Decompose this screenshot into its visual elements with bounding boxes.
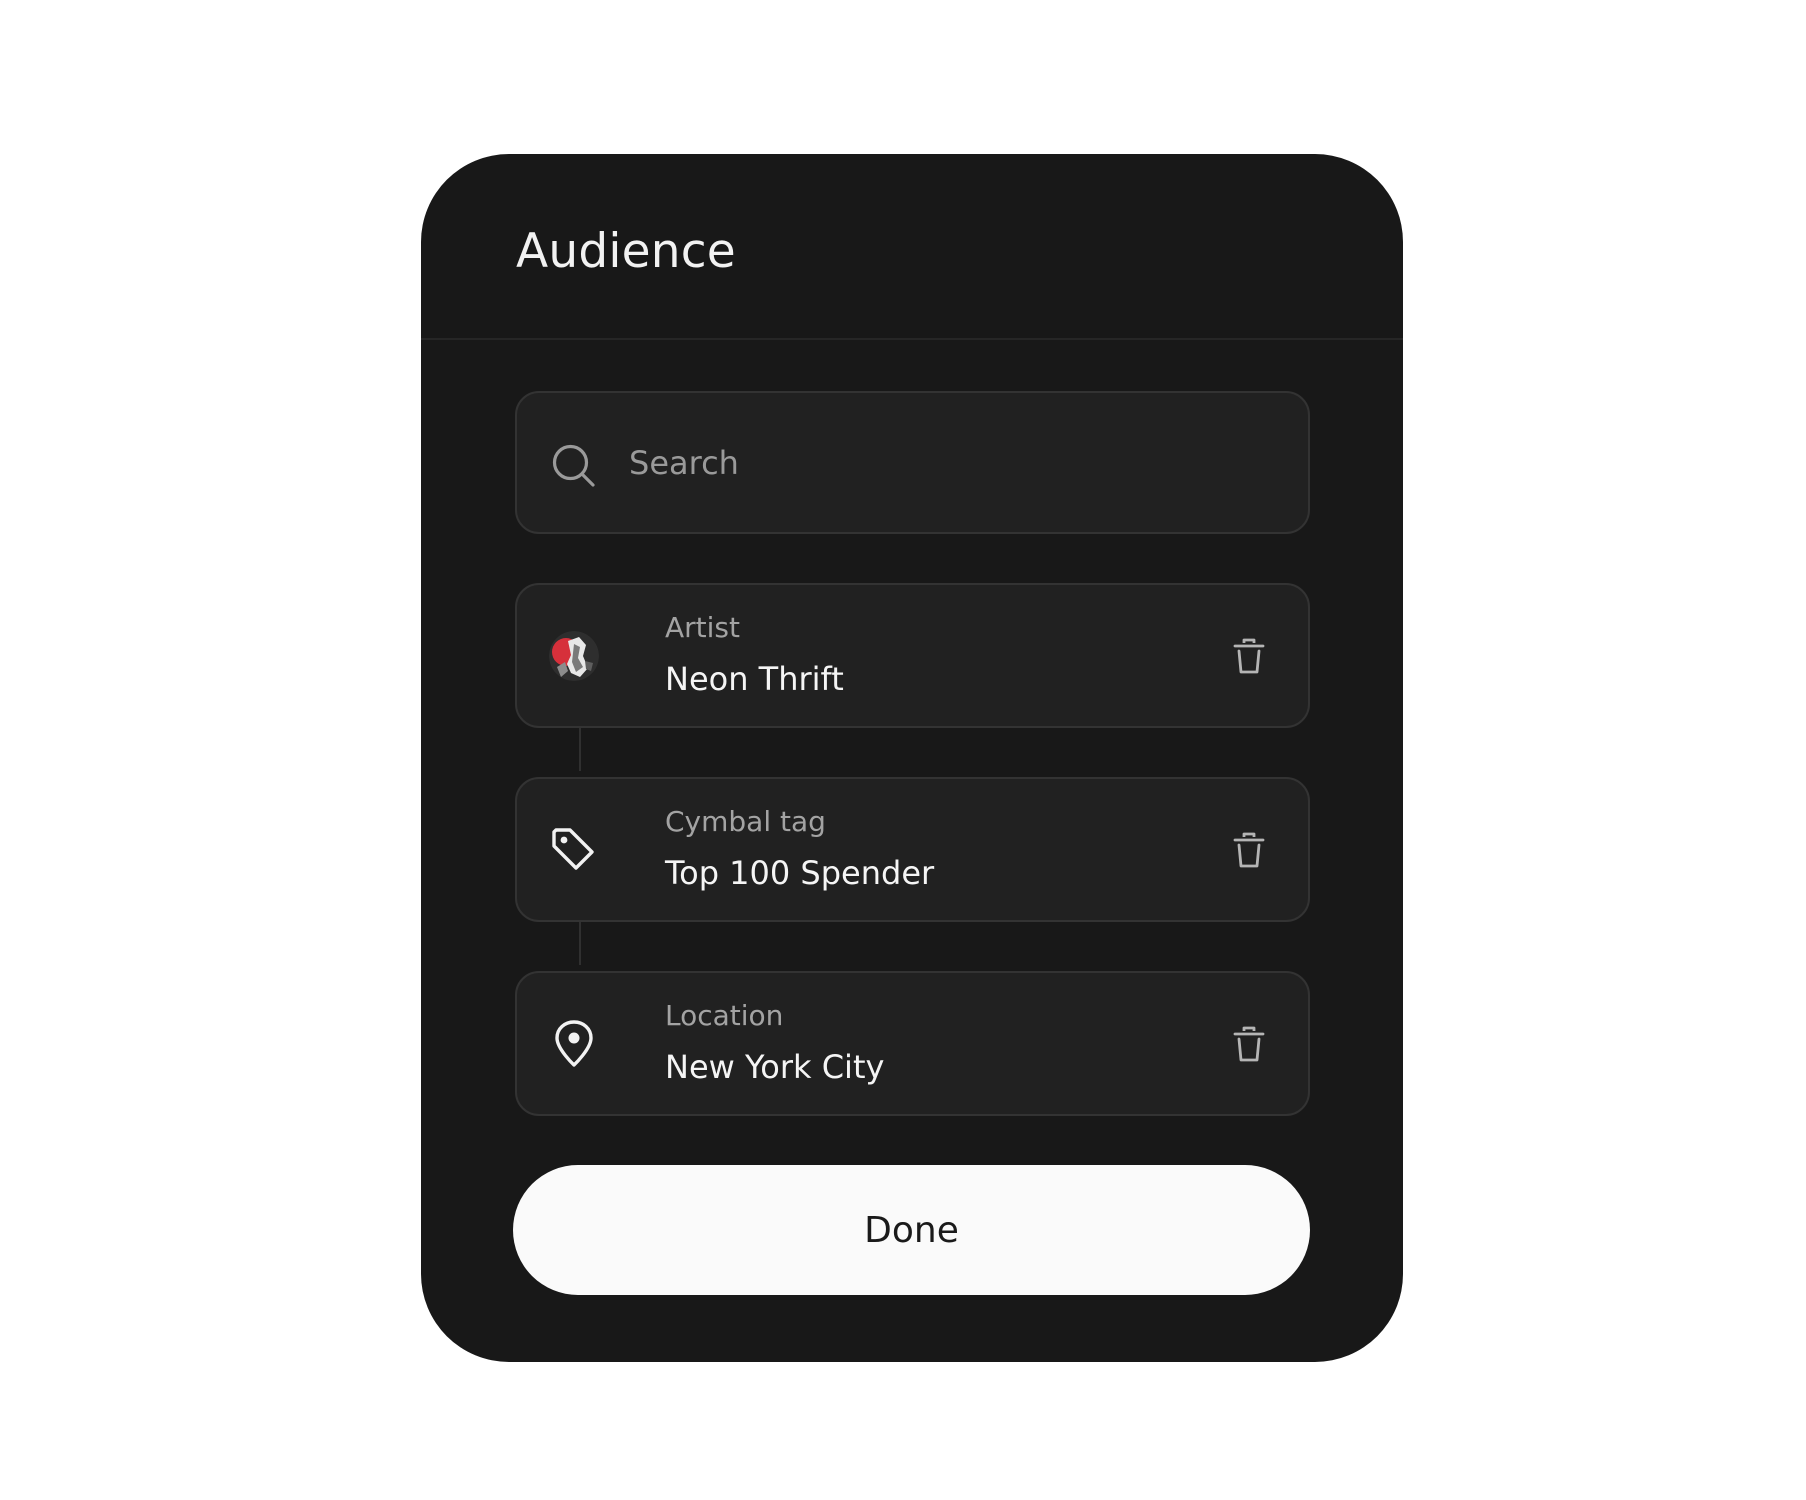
item-value: New York City — [665, 1048, 885, 1086]
map-pin-icon — [555, 1020, 593, 1067]
search-box[interactable] — [515, 391, 1310, 534]
artist-avatar — [549, 631, 599, 681]
item-type-label: Location — [665, 999, 784, 1032]
item-value: Neon Thrift — [665, 660, 844, 698]
audience-item-location: Location New York City — [515, 971, 1310, 1116]
tag-icon — [552, 828, 594, 870]
trash-icon — [1233, 1026, 1265, 1062]
trash-icon — [1233, 832, 1265, 868]
audience-dialog: Audience Artist Neon Thrift — [421, 154, 1403, 1362]
dialog-title: Audience — [516, 224, 736, 279]
item-value: Top 100 Spender — [665, 854, 935, 892]
item-connector — [579, 916, 581, 965]
delete-button[interactable] — [1224, 1019, 1274, 1069]
trash-icon — [1233, 638, 1265, 674]
delete-button[interactable] — [1224, 825, 1274, 875]
delete-button[interactable] — [1224, 631, 1274, 681]
item-type-label: Cymbal tag — [665, 805, 826, 838]
item-type-label: Artist — [665, 611, 740, 644]
audience-item-artist: Artist Neon Thrift — [515, 583, 1310, 728]
done-button[interactable]: Done — [513, 1165, 1310, 1295]
dialog-header: Audience — [421, 154, 1403, 340]
search-input[interactable] — [629, 429, 1269, 497]
search-icon — [552, 444, 595, 487]
item-connector — [579, 722, 581, 771]
audience-item-cymbal-tag: Cymbal tag Top 100 Spender — [515, 777, 1310, 922]
